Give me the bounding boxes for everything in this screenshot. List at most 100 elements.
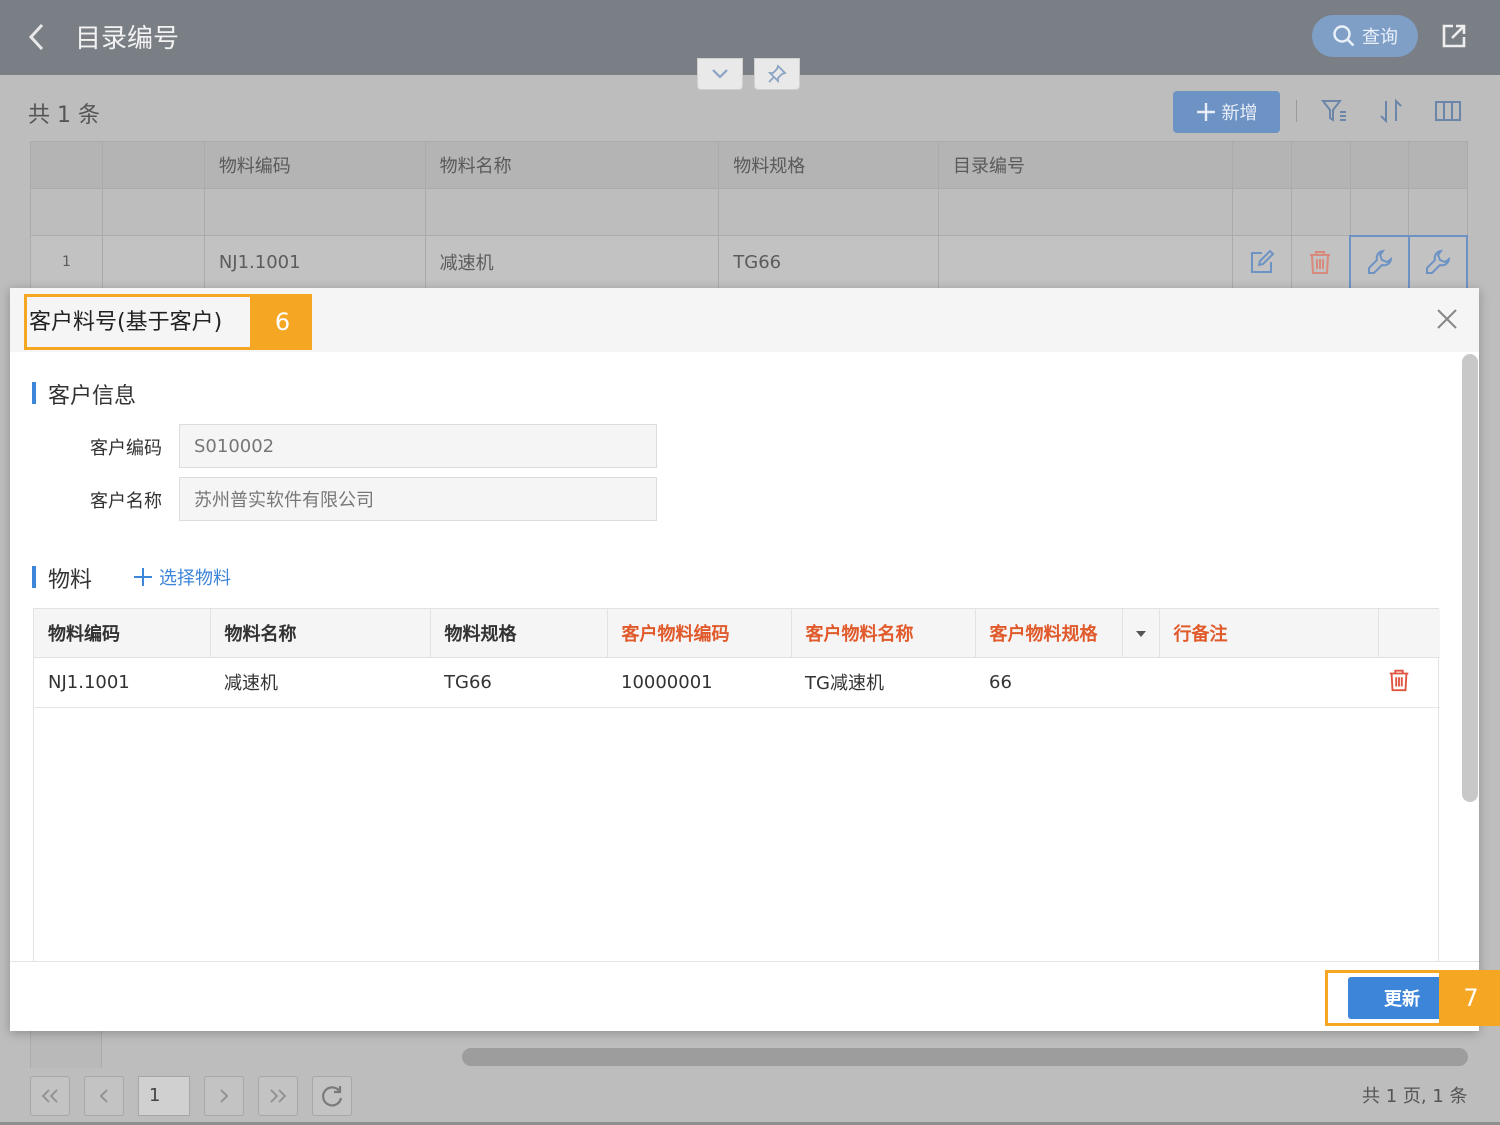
material-grid: 物料编码 物料名称 物料规格 客户物料编码 客户物料名称 客户物料规格 行备注 … — [33, 608, 1440, 962]
search-icon — [1333, 25, 1355, 47]
sort-icon[interactable] — [1377, 97, 1405, 125]
back-arrow-icon[interactable] — [22, 20, 52, 54]
cell-material-name: 减速机 — [424, 235, 720, 289]
record-count: 共 1 条 — [28, 103, 100, 128]
column-header — [1377, 609, 1440, 658]
dialog-footer — [10, 961, 1479, 1031]
row-action-cell — [1407, 234, 1469, 290]
header-cell — [101, 141, 205, 189]
page-title: 目录编号 — [75, 24, 180, 54]
edit-icon[interactable] — [1248, 248, 1276, 276]
row-action-cell — [1231, 235, 1292, 289]
column-header-required[interactable]: 客户物料名称 — [790, 609, 976, 658]
customer-part-number-dialog: 客户料号(基于客户) 客户信息 客户编码 客户名称 物料 选择物料 物料编码 物… — [10, 288, 1479, 1031]
pin-tab[interactable] — [754, 58, 800, 90]
chevron-left-icon — [99, 1089, 108, 1103]
callout-highlight-update — [1325, 970, 1442, 1026]
first-page-button[interactable] — [30, 1076, 70, 1116]
column-menu-toggle[interactable] — [1121, 609, 1160, 658]
filter-cell[interactable] — [203, 188, 426, 236]
select-material-label: 选择物料 — [159, 568, 231, 589]
filter-cell — [1290, 188, 1351, 236]
grid-header-row: 物料编码 物料名称 物料规格 客户物料编码 客户物料名称 客户物料规格 行备注 — [34, 609, 1440, 658]
material-section-title: 物料 — [32, 562, 92, 594]
column-header[interactable]: 物料编码 — [203, 141, 426, 189]
plus-icon — [134, 568, 152, 586]
refresh-button[interactable] — [312, 1076, 352, 1116]
column-header[interactable]: 物料规格 — [718, 141, 940, 189]
cell-customer-material-spec[interactable]: 66 — [975, 657, 1159, 708]
header-cell — [1231, 141, 1292, 189]
cell-material-code: NJ1.1001 — [34, 657, 210, 708]
column-header[interactable]: 物料名称 — [209, 609, 431, 658]
column-header-required[interactable]: 客户物料编码 — [606, 609, 792, 658]
query-button[interactable]: 查询 — [1312, 15, 1418, 57]
filter-cell — [1408, 188, 1468, 236]
plus-icon — [1196, 103, 1215, 121]
filter-icon[interactable] — [1320, 97, 1348, 125]
select-material-link[interactable]: 选择物料 — [133, 564, 231, 590]
cell-row-remark[interactable] — [1159, 657, 1378, 708]
filter-cell[interactable] — [938, 188, 1233, 236]
filter-cell — [1231, 188, 1292, 236]
column-header-required[interactable]: 客户物料规格 — [974, 609, 1123, 658]
trash-icon[interactable] — [1306, 248, 1334, 276]
row-number: 1 — [30, 235, 103, 289]
toolbar-divider — [1296, 100, 1297, 122]
vertical-scrollbar[interactable] — [1462, 354, 1478, 802]
page-number-input[interactable]: 1 — [138, 1076, 190, 1116]
wrench-icon[interactable] — [1424, 248, 1452, 276]
customer-info-section-title: 客户信息 — [32, 378, 136, 410]
add-button-label: 新增 — [1221, 103, 1258, 124]
filter-cell — [101, 188, 205, 236]
pin-icon — [767, 64, 787, 84]
filter-cell[interactable] — [424, 188, 720, 236]
query-button-label: 查询 — [1362, 27, 1398, 48]
trash-icon[interactable] — [1386, 667, 1412, 693]
column-header[interactable]: 目录编号 — [938, 141, 1233, 189]
double-chevron-left-icon — [41, 1089, 58, 1103]
cell-customer-material-code[interactable]: 10000001 — [607, 657, 791, 708]
collapse-tab[interactable] — [697, 58, 743, 90]
customer-code-label: 客户编码 — [90, 438, 162, 459]
row-action-cell — [1349, 234, 1410, 290]
customer-name-field[interactable] — [179, 477, 657, 521]
caret-down-icon — [1135, 631, 1146, 638]
table-row[interactable]: 1 NJ1.1001 减速机 TG66 — [30, 234, 1469, 290]
cell-customer-material-name[interactable]: TG减速机 — [791, 657, 975, 708]
list-table: 物料编码 物料名称 物料规格 目录编号 1 NJ1.1001 减速机 TG66 — [30, 141, 1469, 290]
header-cell — [1408, 141, 1468, 189]
cell-material-code: NJ1.1001 — [203, 235, 426, 289]
columns-icon[interactable] — [1434, 97, 1462, 125]
row-cell — [101, 235, 205, 289]
column-header[interactable]: 物料规格 — [429, 609, 608, 658]
cell-material-spec: TG66 — [718, 235, 940, 289]
add-button[interactable]: 新增 — [1173, 91, 1280, 133]
table-row[interactable]: NJ1.1001 减速机 TG66 10000001 TG减速机 66 — [34, 657, 1440, 708]
filter-cell[interactable] — [718, 188, 940, 236]
prev-page-button[interactable] — [84, 1076, 124, 1116]
next-page-button[interactable] — [204, 1076, 244, 1116]
share-icon[interactable] — [1440, 22, 1468, 50]
column-header[interactable]: 物料名称 — [424, 141, 720, 189]
customer-name-label: 客户名称 — [90, 491, 162, 512]
filter-row — [30, 188, 1468, 236]
row-number-column — [30, 1030, 102, 1068]
callout-highlight-title — [24, 294, 253, 350]
row-action-cell — [1290, 235, 1351, 289]
callout-number-6: 6 — [253, 294, 312, 350]
chevron-right-icon — [220, 1089, 229, 1103]
header-cell — [30, 141, 103, 189]
close-icon[interactable] — [1435, 307, 1459, 331]
row-delete-cell — [1378, 657, 1440, 708]
cell-material-name: 减速机 — [210, 657, 430, 708]
column-header-required[interactable]: 行备注 — [1158, 609, 1379, 658]
wrench-icon[interactable] — [1366, 248, 1394, 276]
cell-catalog-number — [938, 235, 1233, 289]
last-page-button[interactable] — [258, 1076, 298, 1116]
cell-material-spec: TG66 — [430, 657, 607, 708]
list-table-header: 物料编码 物料名称 物料规格 目录编号 — [30, 141, 1468, 189]
horizontal-scrollbar[interactable] — [462, 1048, 1468, 1066]
customer-code-field[interactable] — [179, 424, 657, 468]
column-header[interactable]: 物料编码 — [34, 609, 211, 658]
